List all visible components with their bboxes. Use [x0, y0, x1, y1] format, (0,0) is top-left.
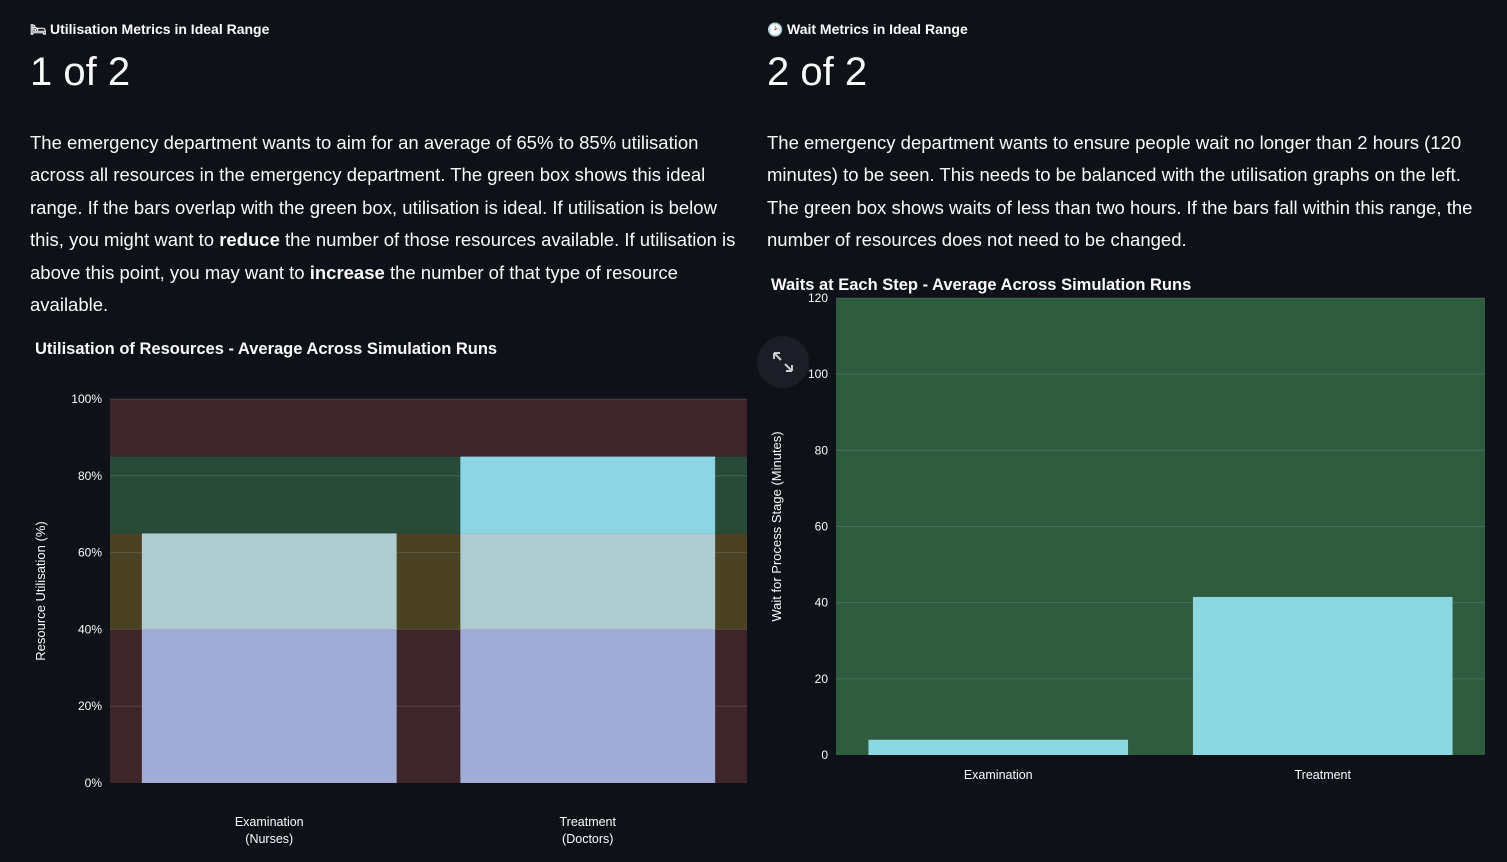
chart-1-bar	[1192, 596, 1453, 755]
chart-1-ylabel: Wait for Process Stage (Minutes)	[769, 431, 784, 621]
chart-0-ytick-label: 100%	[71, 392, 102, 406]
chart-0-bar	[460, 629, 716, 783]
chart-0-category-label: Treatment	[559, 815, 616, 829]
chart-0-ytick-label: 80%	[78, 469, 102, 483]
chart-0-bar	[141, 533, 397, 630]
chart-1-ytick-label: 0	[821, 748, 828, 762]
chart-0-ytick-label: 20%	[78, 699, 102, 713]
fullscreen-button[interactable]	[757, 336, 809, 388]
chart-1-ytick-label: 100	[808, 367, 828, 381]
chart-0-ylabel: Resource Utilisation (%)	[33, 521, 48, 660]
chart-1-ytick-label: 20	[815, 672, 829, 686]
chart-0-ytick-label: 0%	[85, 776, 103, 790]
chart-1-ytick-label: 40	[815, 596, 829, 610]
chart-1-ytick-label: 60	[815, 520, 829, 534]
chart-0-group: Examination (Nurses) Treatment (Doctors) 0% 2…	[33, 392, 747, 846]
chart-0-bar	[141, 629, 397, 783]
chart-0-category-label: (Doctors)	[562, 832, 613, 846]
chart-0-bar	[460, 533, 716, 630]
chart-1-bar	[868, 739, 1129, 755]
chart-1-group: Examination Treatment 0 20 40 60 80 100 120 Wait …	[769, 291, 1485, 782]
chart-0-category-label: (Nurses)	[245, 832, 293, 846]
chart-1-ytick-label: 80	[815, 443, 829, 457]
chart-1-category-label: Treatment	[1294, 768, 1351, 782]
utilisation-chart: Examination (Nurses) Treatment (Doctors) 0% 2…	[33, 291, 1485, 846]
chart-0-ytick-label: 60%	[78, 546, 102, 560]
chart-0-bar	[460, 456, 716, 534]
chart-0-ytick-label: 40%	[78, 622, 102, 636]
chart-0-category-label: Examination	[235, 815, 304, 829]
chart-1-category-label: Examination	[964, 768, 1033, 782]
chart-0-band	[110, 399, 747, 457]
chart-1-ytick-label: 120	[808, 291, 828, 305]
expand-icon	[773, 352, 793, 372]
